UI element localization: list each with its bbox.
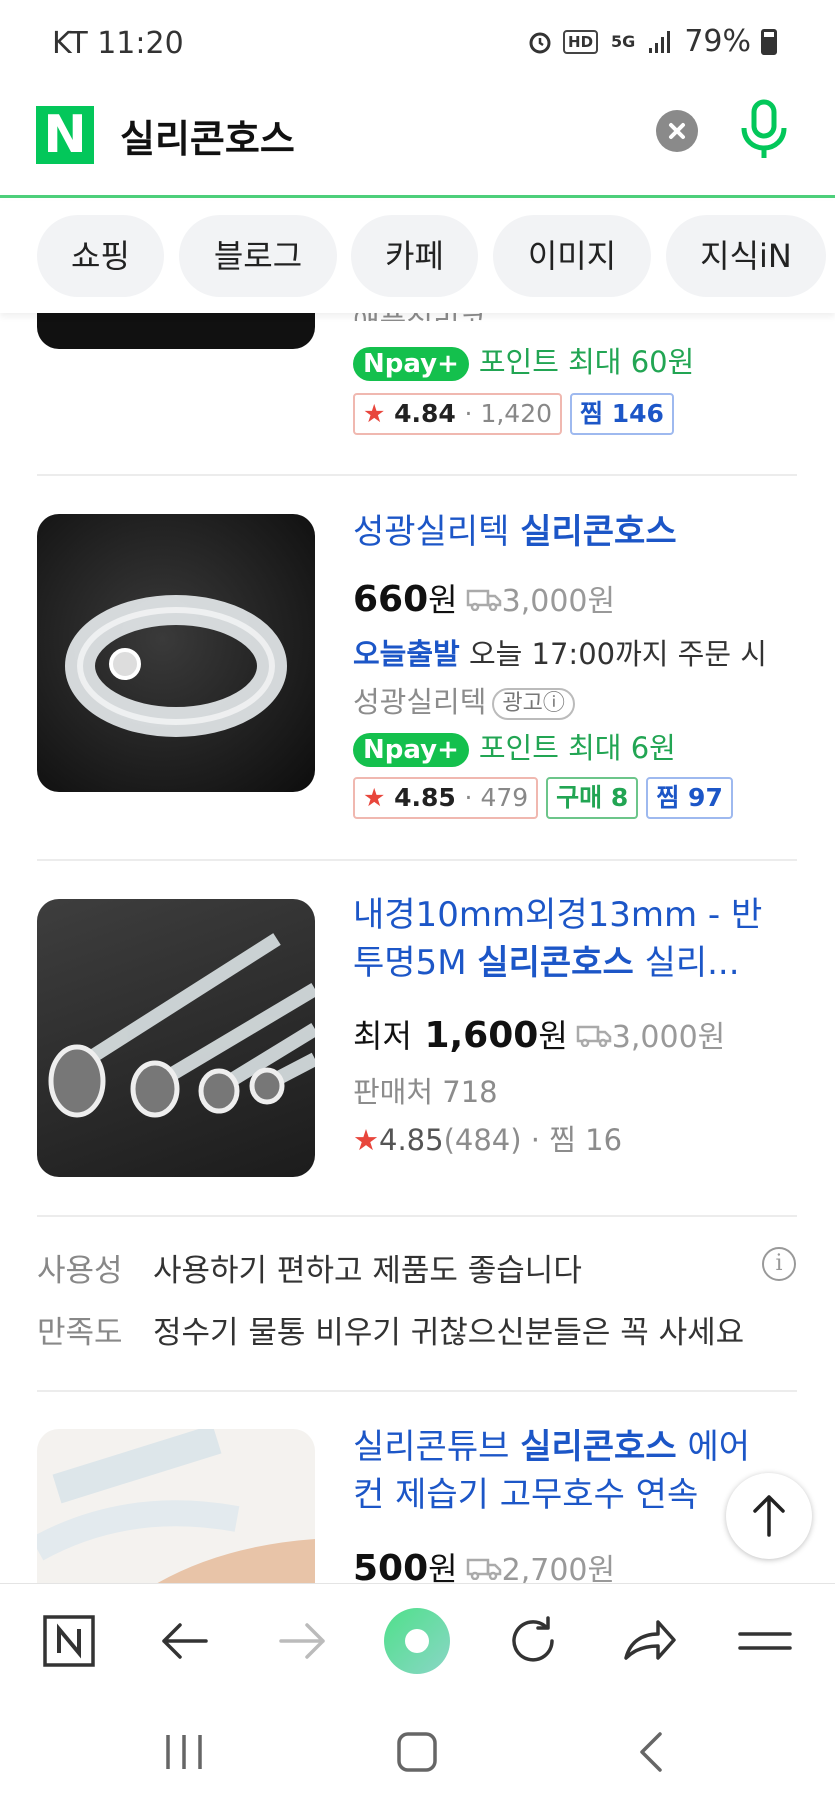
delivery-info: 오늘출발 오늘 17:00까지 주문 시 [353,637,767,671]
truck-icon [466,589,501,612]
recent-apps-icon[interactable] [154,1725,214,1779]
tube-hand-image [37,1429,315,1583]
divider [37,859,797,861]
forward-icon[interactable] [267,1606,337,1676]
product-image[interactable] [37,899,315,1177]
npay-badge: Npay+ [353,733,469,767]
npay-points: Npay+ 포인트 최대 6원 [353,725,676,767]
alarm-icon [529,32,551,53]
product-title[interactable]: 실리콘튜브 실리콘호스 에어 컨 제습기 고무호수 연속 [353,1423,750,1519]
close-icon [669,123,685,139]
product-price: 최저 1,600원 3,000원 [353,1015,726,1056]
rating-row: ★4.85(484) · 찜 16 [353,1123,623,1157]
npay-points: Npay+ 포인트 최대 60원 [353,339,694,381]
search-header: N 실리콘호스 [0,88,835,198]
divider [37,474,797,476]
star-icon: ★ [363,783,386,812]
divider [37,1215,797,1217]
product-image[interactable] [37,1429,315,1583]
purchase-badge: 구매 8 [546,777,639,819]
share-icon[interactable] [614,1606,684,1676]
mic-icon[interactable] [738,98,790,162]
tubes-image [48,933,315,1118]
npay-badge: Npay+ [353,347,469,381]
product-price: 660원 3,000원 [353,579,616,620]
network-icon: 5G [611,32,636,51]
naver-home-icon[interactable] [34,1606,104,1676]
seller-count: 판매처 718 [353,1075,498,1109]
info-icon[interactable]: i [762,1247,796,1281]
product-image[interactable] [37,514,315,792]
hd-icon: HD [563,29,599,54]
ad-badge[interactable]: 광고ⓘ [492,688,575,720]
home-icon[interactable] [387,1725,447,1779]
tab-image[interactable]: 이미지 [493,215,651,297]
review-usability: 사용성 사용하기 편하고 제품도 좋습니다 [37,1253,582,1289]
system-navigation-bar [0,1695,835,1809]
badges-row: ★ 4.85 · 479 구매 8찜 97 [353,777,741,819]
menu-icon[interactable] [730,1606,800,1676]
star-icon: ★ [353,1123,379,1157]
battery-percent: 79% [684,24,751,59]
refresh-icon[interactable] [498,1606,568,1676]
product-list: 애플실리콘 Npay+포인트 최대 60원 ★ 4.84 · 1,420찜 14… [0,313,835,1583]
star-icon: ★ [363,399,386,428]
scroll-top-button[interactable] [726,1473,812,1559]
search-tabs: 쇼핑 블로그 카페 이미지 지식iN [0,201,835,313]
tab-cafe[interactable]: 카페 [351,215,478,297]
seller-name: 성광실리텍 광고ⓘ [353,679,575,721]
product-price: 500원 2,700원 [353,1548,616,1583]
tab-shopping[interactable]: 쇼핑 [37,215,164,297]
seller-name: 애플실리콘 [353,313,486,321]
nav-back-icon[interactable] [622,1725,682,1779]
divider [37,1390,797,1392]
clock: 11:20 [97,26,184,61]
naver-logo[interactable]: N [36,106,94,164]
tube-coil-image [65,595,287,737]
arrow-up-icon [753,1495,785,1537]
tab-knowledge-in[interactable]: 지식iN [666,215,826,297]
tab-blog[interactable]: 블로그 [179,215,337,297]
product-title[interactable]: 성광실리텍 실리콘호스 [353,508,677,556]
search-input[interactable]: 실리콘호스 [120,108,295,163]
product-image[interactable] [37,313,315,349]
battery-icon [761,28,777,55]
green-dot-icon[interactable] [382,1606,452,1676]
rating-badge: ★ 4.85 · 479 [353,777,539,819]
review-satisfaction: 만족도 정수기 물통 비우기 귀찮으신분들은 꼭 사세요 [37,1315,745,1351]
zzim-badge: 찜 146 [570,393,674,435]
carrier-label: KT [52,26,88,61]
rating-badge: ★ 4.84 · 1,420 [353,393,563,435]
truck-icon [466,1558,501,1581]
badges-row: ★ 4.84 · 1,420 찜 146 [353,393,682,435]
signal-icon [649,30,671,53]
zzim-badge: 찜 97 [646,777,733,819]
truck-icon [576,1025,612,1048]
browser-toolbar [0,1583,835,1695]
clear-search-button[interactable] [656,110,698,152]
product-title[interactable]: 내경10mm외경13mm - 반 투명5M 실리콘호스 실리... [353,891,762,987]
back-icon[interactable] [150,1606,220,1676]
status-bar: KT 11:20 HD 5G 79% [0,0,835,88]
